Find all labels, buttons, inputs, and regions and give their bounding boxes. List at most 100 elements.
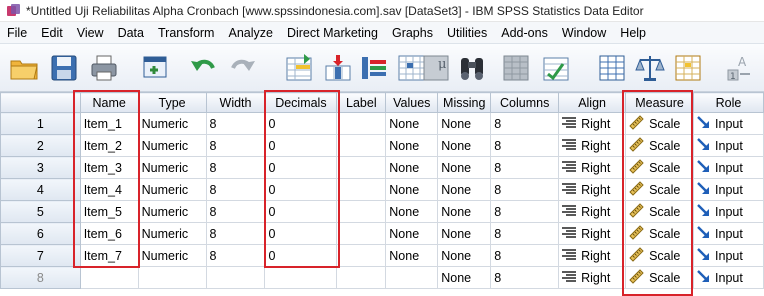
cell-missing[interactable]: None bbox=[437, 266, 492, 289]
menu-analyze[interactable]: Analyze bbox=[221, 26, 279, 40]
cell-width[interactable]: 8 bbox=[205, 200, 266, 223]
cell-missing[interactable]: None bbox=[437, 244, 492, 267]
cell-label[interactable] bbox=[336, 222, 387, 245]
col-header-width[interactable]: Width bbox=[205, 92, 266, 113]
menu-window[interactable]: Window bbox=[555, 26, 613, 40]
cell-name[interactable]: Item_4 bbox=[79, 178, 139, 201]
cell-name[interactable]: Item_2 bbox=[79, 134, 139, 157]
cell-name[interactable]: Item_3 bbox=[79, 156, 139, 179]
cell-width[interactable]: 8 bbox=[205, 112, 266, 135]
cell-decimals[interactable]: 0 bbox=[264, 112, 338, 135]
cell-label[interactable] bbox=[336, 200, 387, 223]
cell-columns[interactable]: 8 bbox=[490, 178, 560, 201]
cell-missing[interactable]: None bbox=[437, 112, 492, 135]
cell-align[interactable]: Right bbox=[558, 134, 627, 157]
cell-label[interactable] bbox=[336, 112, 387, 135]
insert-cases-icon[interactable] bbox=[500, 52, 532, 84]
menu-utilities[interactable]: Utilities bbox=[440, 26, 494, 40]
cell-decimals[interactable]: 0 bbox=[264, 222, 338, 245]
menu-view[interactable]: View bbox=[70, 26, 111, 40]
menu-direct-marketing[interactable]: Direct Marketing bbox=[280, 26, 385, 40]
row-number[interactable]: 7 bbox=[0, 244, 81, 267]
cell-missing[interactable]: None bbox=[437, 156, 492, 179]
cell-type[interactable]: Numeric bbox=[137, 200, 207, 223]
menu-transform[interactable]: Transform bbox=[151, 26, 222, 40]
go-to-variable-icon[interactable] bbox=[322, 52, 354, 84]
cell-align[interactable]: Right bbox=[558, 178, 627, 201]
cell-align[interactable]: Right bbox=[558, 244, 627, 267]
cell-width[interactable]: 8 bbox=[205, 134, 266, 157]
cell-decimals[interactable]: 0 bbox=[264, 200, 338, 223]
cell-type[interactable]: Numeric bbox=[137, 112, 207, 135]
cell-columns[interactable]: 8 bbox=[490, 244, 560, 267]
cell-width[interactable]: 8 bbox=[205, 178, 266, 201]
cell-role[interactable]: Input bbox=[693, 178, 764, 201]
cell-name[interactable]: Item_7 bbox=[79, 244, 139, 267]
cell-values[interactable]: None bbox=[385, 134, 439, 157]
cell-measure[interactable]: Scale bbox=[625, 156, 695, 179]
cell-values[interactable] bbox=[385, 266, 439, 289]
menu-graphs[interactable]: Graphs bbox=[385, 26, 440, 40]
cell-role[interactable]: Input bbox=[693, 266, 764, 289]
cell-columns[interactable]: 8 bbox=[490, 266, 560, 289]
row-number[interactable]: 1 bbox=[0, 112, 81, 135]
cell-values[interactable]: None bbox=[385, 244, 439, 267]
cell-width[interactable]: 8 bbox=[205, 244, 266, 267]
split-file-icon[interactable] bbox=[596, 52, 628, 84]
insert-variable-icon[interactable] bbox=[540, 52, 572, 84]
cell-width[interactable]: 8 bbox=[205, 156, 266, 179]
cell-measure[interactable]: Scale bbox=[625, 200, 695, 223]
cell-columns[interactable]: 8 bbox=[490, 134, 560, 157]
cell-decimals[interactable] bbox=[264, 266, 338, 289]
cell-decimals[interactable]: 0 bbox=[264, 244, 338, 267]
grid-corner[interactable] bbox=[0, 92, 81, 113]
open-folder-icon[interactable] bbox=[8, 52, 40, 84]
col-header-decimals[interactable]: Decimals bbox=[264, 92, 338, 113]
cell-name[interactable]: Item_5 bbox=[79, 200, 139, 223]
menu-data[interactable]: Data bbox=[111, 26, 151, 40]
cell-width[interactable] bbox=[205, 266, 266, 289]
cell-values[interactable]: None bbox=[385, 200, 439, 223]
value-stats-icon[interactable]: μ bbox=[420, 52, 452, 84]
cell-missing[interactable]: None bbox=[437, 222, 492, 245]
cell-measure[interactable]: Scale bbox=[625, 112, 695, 135]
cell-align[interactable]: Right bbox=[558, 156, 627, 179]
col-header-type[interactable]: Type bbox=[137, 92, 207, 113]
cell-type[interactable]: Numeric bbox=[137, 222, 207, 245]
cell-align[interactable]: Right bbox=[558, 112, 627, 135]
cell-role[interactable]: Input bbox=[693, 112, 764, 135]
col-header-columns[interactable]: Columns bbox=[490, 92, 560, 113]
cell-values[interactable]: None bbox=[385, 112, 439, 135]
cell-label[interactable] bbox=[336, 134, 387, 157]
cell-name[interactable]: Item_1 bbox=[79, 112, 139, 135]
row-number[interactable]: 4 bbox=[0, 178, 81, 201]
find-icon[interactable] bbox=[456, 52, 488, 84]
cell-type[interactable]: Numeric bbox=[137, 244, 207, 267]
cell-type[interactable]: Numeric bbox=[137, 156, 207, 179]
col-header-align[interactable]: Align bbox=[558, 92, 627, 113]
recall-dialog-icon[interactable] bbox=[140, 52, 172, 84]
undo-icon[interactable] bbox=[188, 52, 220, 84]
cell-columns[interactable]: 8 bbox=[490, 112, 560, 135]
cell-name[interactable]: Item_6 bbox=[79, 222, 139, 245]
cell-measure[interactable]: Scale bbox=[625, 178, 695, 201]
save-icon[interactable] bbox=[48, 52, 80, 84]
cell-label[interactable] bbox=[336, 266, 387, 289]
col-header-measure[interactable]: Measure bbox=[625, 92, 695, 113]
cell-type[interactable]: Numeric bbox=[137, 178, 207, 201]
value-labels-icon[interactable]: A1 bbox=[724, 52, 756, 84]
row-number[interactable]: 8 bbox=[0, 266, 81, 289]
cell-label[interactable] bbox=[336, 178, 387, 201]
cell-type[interactable] bbox=[137, 266, 207, 289]
cell-values[interactable]: None bbox=[385, 178, 439, 201]
cell-align[interactable]: Right bbox=[558, 222, 627, 245]
cell-label[interactable] bbox=[336, 156, 387, 179]
col-header-missing[interactable]: Missing bbox=[437, 92, 492, 113]
cell-align[interactable]: Right bbox=[558, 266, 627, 289]
menu-edit[interactable]: Edit bbox=[34, 26, 70, 40]
cell-width[interactable]: 8 bbox=[205, 222, 266, 245]
select-cases-icon[interactable] bbox=[672, 52, 704, 84]
menu-add-ons[interactable]: Add-ons bbox=[494, 26, 555, 40]
col-header-label[interactable]: Label bbox=[336, 92, 387, 113]
cell-role[interactable]: Input bbox=[693, 244, 764, 267]
